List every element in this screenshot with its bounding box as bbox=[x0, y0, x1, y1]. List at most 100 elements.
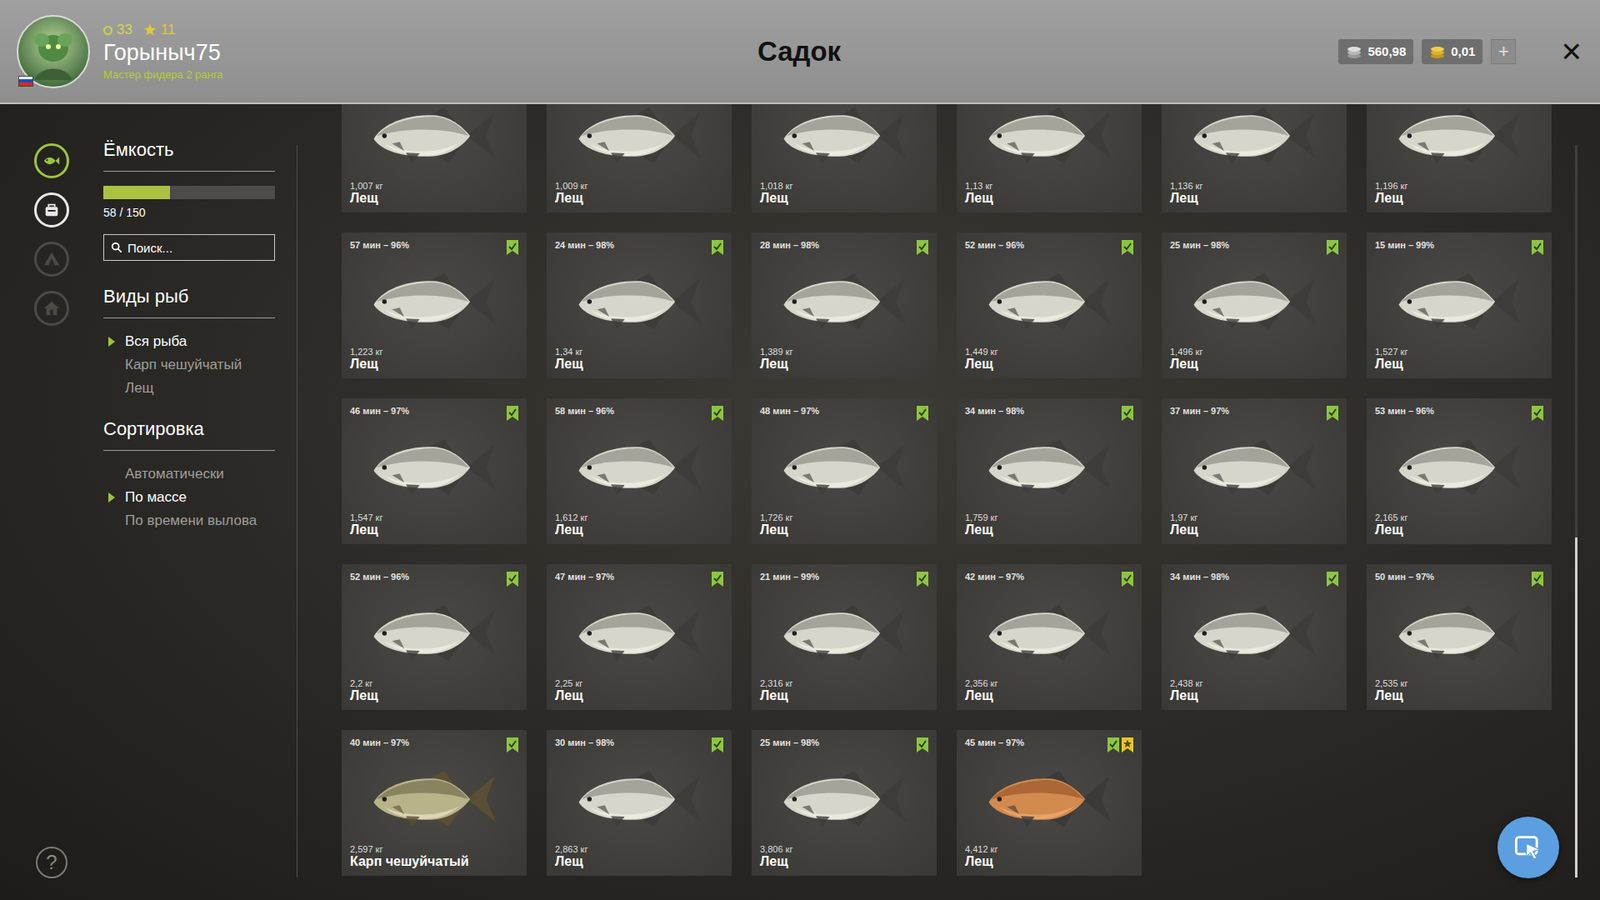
sorting-item[interactable]: По времени вылова bbox=[103, 509, 275, 533]
bookmark-icon[interactable] bbox=[916, 405, 929, 421]
fish-card[interactable]: 1,13 кгЛещ bbox=[956, 104, 1142, 213]
fish-card[interactable]: 25 мин – 98%3,806 кгЛещ bbox=[751, 730, 937, 876]
bookmark-icon[interactable] bbox=[711, 405, 724, 421]
sorting-item[interactable]: Автоматически bbox=[103, 462, 275, 486]
bookmark-icon[interactable] bbox=[1326, 405, 1339, 421]
bookmark-icon[interactable] bbox=[916, 571, 929, 587]
player-stats: 3311 bbox=[103, 21, 224, 39]
fish-weight: 2,863 кг bbox=[555, 844, 724, 855]
bookmark-icon[interactable] bbox=[1326, 240, 1339, 255]
bookmark-icon[interactable] bbox=[1531, 240, 1544, 255]
fish-name: Лещ bbox=[760, 854, 929, 870]
fish-weight: 1,389 кг bbox=[760, 346, 929, 357]
bookmark-icon[interactable] bbox=[506, 240, 519, 255]
bream-icon bbox=[574, 436, 705, 499]
fish-card[interactable]: 42 мин – 97%2,356 кгЛещ bbox=[956, 564, 1142, 710]
fish-card[interactable]: 1,009 кгЛещ bbox=[546, 104, 732, 213]
fish-card[interactable]: 34 мин – 98%1,759 кгЛещ bbox=[956, 398, 1142, 545]
fish-card[interactable]: 48 мин – 97%1,726 кгЛещ bbox=[751, 398, 937, 545]
bookmark-icon[interactable] bbox=[711, 240, 724, 255]
help-button[interactable]: ? bbox=[35, 846, 68, 879]
bookmark-icon[interactable] bbox=[1121, 240, 1134, 255]
add-currency-button[interactable]: + bbox=[1490, 39, 1516, 65]
fish-card[interactable]: 1,196 кгЛещ bbox=[1366, 104, 1552, 213]
fish-name: Лещ bbox=[760, 522, 929, 538]
fish-weight: 1,759 кг bbox=[965, 512, 1134, 523]
filter-panel: Ёмкость58 / 150Поиск...Виды рыбВся рыбаК… bbox=[103, 104, 275, 900]
fish-name: Лещ bbox=[1170, 688, 1339, 704]
fish-card[interactable]: 1,007 кгЛещ bbox=[341, 104, 527, 213]
fish-card[interactable]: 57 мин – 96%1,223 кгЛещ bbox=[341, 232, 527, 379]
fish-card[interactable]: 15 мин – 99%1,527 кгЛещ bbox=[1366, 232, 1552, 379]
fish-weight: 1,612 кг bbox=[555, 512, 724, 523]
fish-time: 48 мин – 97% bbox=[760, 405, 820, 416]
player-card[interactable]: 3311Горыныч75Мастер фидера 2 ранга bbox=[16, 15, 741, 89]
fish-card[interactable]: 24 мин – 98%1,34 кгЛещ bbox=[546, 232, 732, 379]
star-bookmark-icon[interactable] bbox=[1121, 737, 1134, 753]
fish-card[interactable]: 37 мин – 97%1,97 кгЛещ bbox=[1161, 398, 1347, 545]
fish-grid: 1,007 кгЛещ1,009 кгЛещ1,018 кгЛещ1,13 кг… bbox=[341, 104, 1552, 876]
fish-name: Лещ bbox=[1375, 688, 1544, 704]
capacity-title: Ёмкость bbox=[103, 139, 275, 172]
fish-card[interactable]: 25 мин – 98%1,496 кгЛещ bbox=[1161, 232, 1347, 379]
fish-name: Лещ bbox=[965, 522, 1134, 538]
bookmark-icon[interactable] bbox=[506, 405, 519, 421]
scrollbar[interactable] bbox=[1575, 145, 1578, 878]
fish-card[interactable]: 53 мин – 96%2,165 кгЛещ bbox=[1366, 398, 1552, 545]
fish-card[interactable]: 46 мин – 97%1,547 кгЛещ bbox=[341, 398, 527, 545]
sorting-item[interactable]: По массе bbox=[103, 485, 275, 510]
fish-name: Лещ bbox=[555, 854, 724, 870]
species-item[interactable]: Вся рыба bbox=[103, 330, 275, 354]
fish-card[interactable]: 28 мин – 98%1,389 кгЛещ bbox=[751, 232, 937, 379]
fish-weight: 2,2 кг bbox=[350, 678, 519, 689]
fish-card[interactable]: 1,136 кгЛещ bbox=[1161, 104, 1347, 213]
bookmark-icon[interactable] bbox=[916, 240, 929, 255]
fish-time: 37 мин – 97% bbox=[1170, 405, 1230, 416]
fish-card[interactable]: 34 мин – 98%2,438 кгЛещ bbox=[1161, 564, 1347, 710]
search-field[interactable]: Поиск... bbox=[103, 234, 275, 261]
top-bar: 3311Горыныч75Мастер фидера 2 рангаСадок5… bbox=[0, 0, 1600, 105]
bookmark-icon[interactable] bbox=[1107, 737, 1120, 753]
scrollbar-thumb[interactable] bbox=[1575, 537, 1578, 878]
bookmark-icon[interactable] bbox=[1121, 405, 1134, 421]
bream-icon bbox=[779, 436, 910, 499]
fish-weight: 2,356 кг bbox=[965, 678, 1134, 689]
fish-card[interactable]: 52 мин – 96%2,2 кгЛещ bbox=[341, 564, 527, 710]
fish-time: 52 мин – 96% bbox=[350, 571, 410, 582]
tent-icon bbox=[42, 250, 61, 269]
bookmark-icon[interactable] bbox=[1531, 405, 1544, 421]
fish-weight: 1,223 кг bbox=[350, 346, 519, 357]
fish-card[interactable]: 30 мин – 98%2,863 кгЛещ bbox=[546, 730, 732, 876]
bookmark-icon[interactable] bbox=[506, 571, 519, 587]
bookmark-icon[interactable] bbox=[711, 571, 724, 587]
bream-icon bbox=[984, 768, 1115, 830]
fish-name: Лещ bbox=[760, 356, 929, 372]
species-item[interactable]: Карп чешуйчатый bbox=[103, 353, 275, 377]
bookmark-icon[interactable] bbox=[506, 737, 519, 753]
fish-card[interactable]: 45 мин – 97%4,412 кгЛещ bbox=[956, 730, 1142, 876]
bookmark-icon[interactable] bbox=[1121, 571, 1134, 587]
fish-card[interactable]: 52 мин – 96%1,449 кгЛещ bbox=[956, 232, 1142, 379]
species-item[interactable]: Лещ bbox=[103, 376, 275, 400]
fish-weight: 2,25 кг bbox=[555, 678, 724, 689]
cursor-mode-button[interactable] bbox=[1497, 816, 1560, 879]
bookmark-icon[interactable] bbox=[1531, 571, 1544, 587]
fish-card[interactable]: 50 мин – 97%2,535 кгЛещ bbox=[1366, 564, 1552, 710]
close-button[interactable]: × bbox=[1560, 34, 1582, 70]
nav-button[interactable] bbox=[34, 192, 70, 228]
fish-name: Лещ bbox=[350, 522, 519, 538]
fish-card[interactable]: 21 мин – 99%2,316 кгЛещ bbox=[751, 564, 937, 710]
bookmark-icon[interactable] bbox=[711, 737, 724, 753]
fish-weight: 1,527 кг bbox=[1375, 346, 1544, 357]
nav-button bbox=[34, 241, 70, 277]
fish-name: Лещ bbox=[965, 190, 1134, 206]
bookmark-icon[interactable] bbox=[1326, 571, 1339, 587]
avatar[interactable] bbox=[16, 15, 90, 89]
fish-card[interactable]: 47 мин – 97%2,25 кгЛещ bbox=[546, 564, 732, 710]
bookmark-icon[interactable] bbox=[916, 737, 929, 753]
fish-card[interactable]: 58 мин – 96%1,612 кгЛещ bbox=[546, 398, 732, 545]
fish-weight: 3,806 кг bbox=[760, 844, 929, 855]
fish-card[interactable]: 40 мин – 97%2,597 кгКарп чешуйчатый bbox=[341, 730, 527, 876]
nav-button[interactable] bbox=[34, 143, 70, 179]
fish-card[interactable]: 1,018 кгЛещ bbox=[751, 104, 937, 213]
